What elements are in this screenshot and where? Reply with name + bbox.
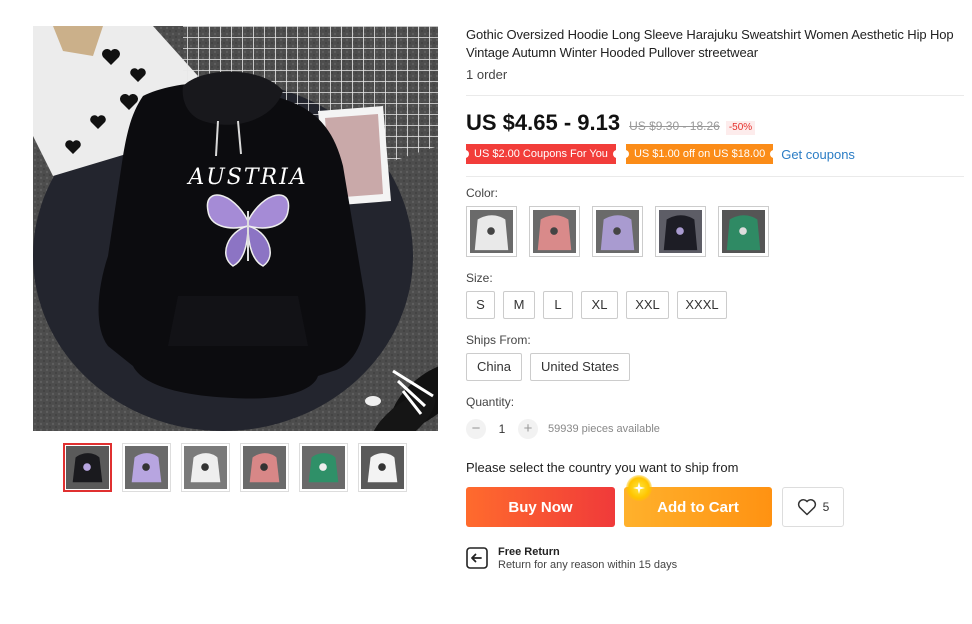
order-count: 1 order [466,67,508,82]
original-price: US $9.30 - 18.26 [629,119,720,133]
coupon-row: US $2.00 Coupons For You US $1.00 off on… [463,143,964,165]
add-to-cart-label: Add to Cart [657,498,739,516]
thumbnail-strip [63,443,407,492]
size-options: S M L XL XXL XXXL [466,291,964,319]
color-swatch-pink[interactable] [529,206,580,257]
thumbnail-image [125,446,168,489]
quantity-decrease-button[interactable]: − [466,419,486,439]
swatch-image [470,210,513,253]
wishlist-button[interactable]: 5 [782,487,844,527]
print-text: AUSTRIA [186,165,307,190]
free-return-subtitle: Return for any reason within 15 days [498,559,678,571]
thumbnail-black[interactable] [63,443,112,492]
discount-badge: -50% [725,121,756,135]
coupon-select[interactable]: US $1.00 off on US $18.00 [622,144,777,164]
quantity-label: Quantity: [466,395,515,409]
action-buttons: Buy Now Add to Cart 5 [466,475,964,527]
size-option-m[interactable]: M [503,291,535,319]
add-to-cart-button[interactable]: Add to Cart [624,475,772,527]
size-option-l[interactable]: L [543,291,573,319]
size-option-xxxl[interactable]: XXXL [677,291,727,319]
thumbnail-image [66,446,109,489]
quantity-stepper: − 1 + 59939 pieces available [466,419,964,439]
thumbnail-purple[interactable] [122,443,171,492]
product-photo: AUSTRIA [33,26,438,431]
get-coupons-link[interactable]: Get coupons [781,147,855,162]
thumbnail-image [361,446,404,489]
color-label: Color: [466,186,499,200]
swatch-image [596,210,639,253]
ship-from-message: Please select the country you want to sh… [466,460,739,475]
divider [466,176,964,177]
size-option-s[interactable]: S [466,291,495,319]
thumbnail-white[interactable] [181,443,230,492]
product-title: Gothic Oversized Hoodie Long Sleeve Hara… [466,27,954,60]
size-option-xl[interactable]: XL [581,291,618,319]
price-row: US $4.65 - 9.13 US $9.30 - 18.26 -50% [466,110,964,138]
quantity-value[interactable]: 1 [486,422,518,436]
thumbnail-image [184,446,227,489]
quantity-increase-button[interactable]: + [518,419,538,439]
wishlist-count: 5 [822,500,830,514]
thumbnail-image [302,446,345,489]
return-icon [466,547,488,569]
ships-from-united-states[interactable]: United States [529,353,631,381]
main-product-image[interactable]: AUSTRIA [33,26,438,431]
buy-now-button[interactable]: Buy Now [466,487,615,527]
size-label: Size: [466,271,493,285]
swatch-image [659,210,702,253]
coupon-store[interactable]: US $2.00 Coupons For You [463,144,619,164]
sparkle-icon [626,475,652,501]
color-swatch-black[interactable] [655,206,706,257]
free-return: Free Return Return for any reason within… [466,546,964,572]
product-info-panel: Gothic Oversized Hoodie Long Sleeve Hara… [463,26,964,572]
color-swatch-white[interactable] [466,206,517,257]
ships-from-label: Ships From: [466,333,531,347]
swatch-image [533,210,576,253]
color-swatches [466,206,964,257]
heart-icon [797,499,816,516]
thumbnail-green[interactable] [299,443,348,492]
swatch-image [722,210,765,253]
ships-from-options: China United States [466,353,964,381]
pieces-available: 59939 pieces available [548,423,660,435]
divider [466,95,964,96]
free-return-title: Free Return [498,546,560,558]
size-option-xxl[interactable]: XXL [626,291,669,319]
color-swatch-purple[interactable] [592,206,643,257]
price: US $4.65 - 9.13 [466,110,621,135]
color-swatch-green[interactable] [718,206,769,257]
thumbnail-image [243,446,286,489]
ships-from-china[interactable]: China [466,353,522,381]
thumbnail-pink[interactable] [240,443,289,492]
thumbnail-white-2[interactable] [358,443,407,492]
